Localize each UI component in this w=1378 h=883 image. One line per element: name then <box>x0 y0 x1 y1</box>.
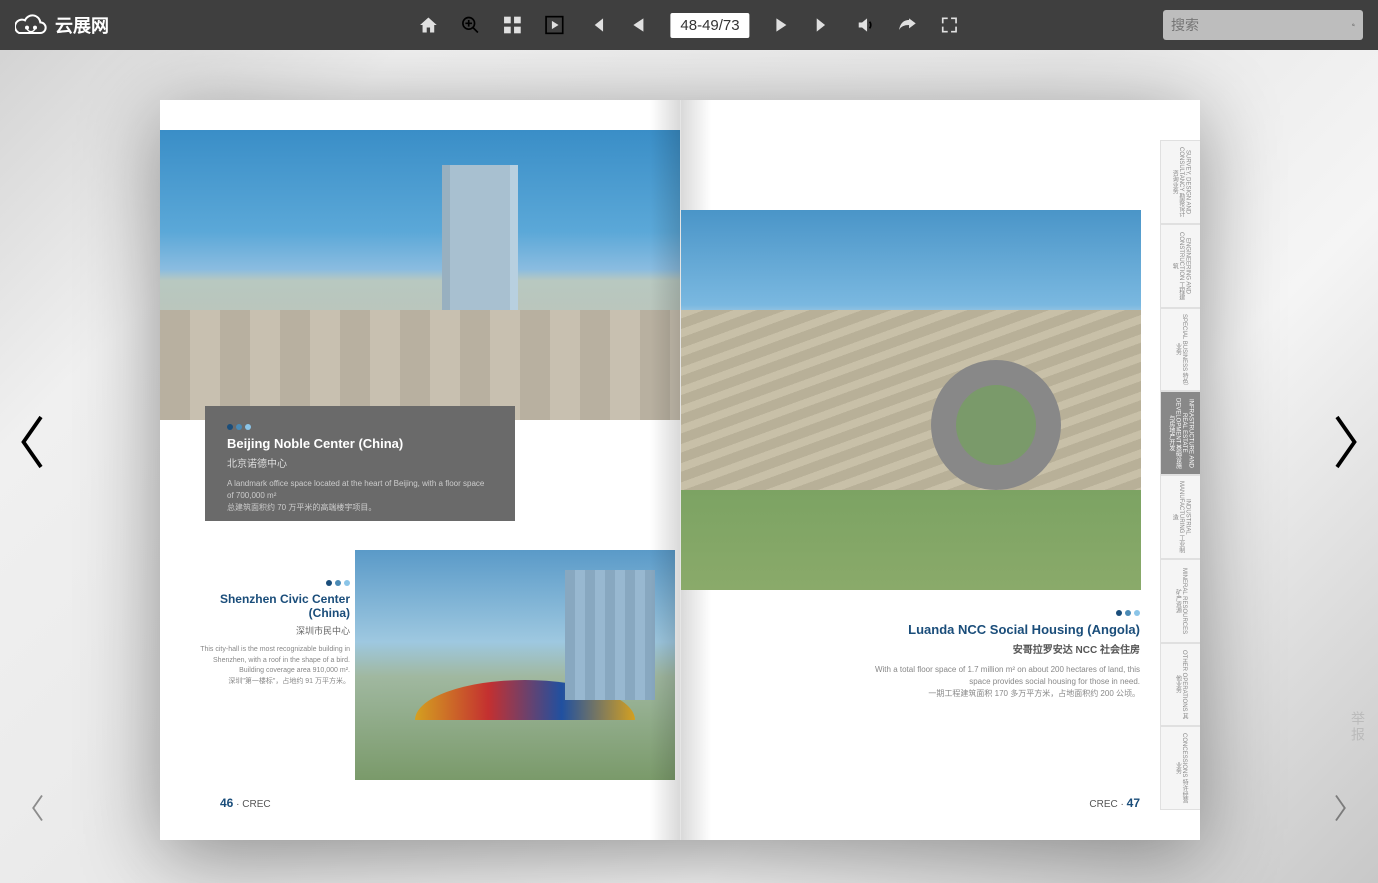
decor-dots-icon <box>190 580 350 586</box>
sound-icon[interactable] <box>856 15 876 35</box>
caption-desc-cn: 一期工程建筑面积 170 多万平方米，占地面积约 200 公顷。 <box>860 688 1140 700</box>
caption-beijing: Beijing Noble Center (China) 北京诺德中心 A la… <box>205 406 515 521</box>
page-number-right: CREC · 47 <box>1089 796 1140 810</box>
caption-desc-cn: 深圳"第一楼标"，占地约 91 万平方米。 <box>190 677 350 688</box>
section-tab[interactable]: MINERAL RESOURCES 矿产资源 <box>1160 559 1200 643</box>
caption-title: Beijing Noble Center (China) <box>227 436 493 451</box>
page-next-arrow[interactable] <box>1331 412 1363 472</box>
caption-desc: A landmark office space located at the h… <box>227 478 493 502</box>
toolbar: 云展网 48-49/73 <box>0 0 1378 50</box>
page-indicator[interactable]: 48-49/73 <box>670 13 749 38</box>
photo-shenzhen-civic-center <box>355 550 675 780</box>
cloud-icon <box>15 14 47 36</box>
page-number-left: 46 · CREC <box>220 796 271 810</box>
section-tab[interactable]: ENGINEERING AND CONSTRUCTION 工程建筑 <box>1160 224 1200 308</box>
caption-title: Luanda NCC Social Housing (Angola) <box>860 622 1140 637</box>
photo-beijing-noble-center <box>160 130 680 420</box>
section-tab[interactable]: SPECIAL BUSINESS 特色业务 <box>1160 308 1200 392</box>
section-tabs: SURVEY, DESIGN AND CONSULTANCY 勘察设计咨询业务E… <box>1160 140 1200 810</box>
caption-subtitle: 北京诺德中心 <box>227 455 493 470</box>
section-tab[interactable]: INDUSTRIAL MANUFACTURING 工业制造 <box>1160 475 1200 559</box>
thumbnails-icon[interactable] <box>502 15 522 35</box>
home-icon[interactable] <box>418 15 438 35</box>
caption-luanda: Luanda NCC Social Housing (Angola) 安哥拉罗安… <box>860 610 1140 700</box>
caption-subtitle: 安哥拉罗安达 NCC 社会住房 <box>860 641 1140 656</box>
page-left[interactable]: Beijing Noble Center (China) 北京诺德中心 A la… <box>160 100 681 840</box>
photo-luanda-ncc <box>681 210 1141 590</box>
next-page-icon[interactable] <box>772 15 792 35</box>
caption-subtitle: 深圳市民中心 <box>190 624 350 637</box>
decor-dots-icon <box>227 424 493 430</box>
brand-logo[interactable]: 云展网 <box>15 12 109 38</box>
caption-title: Shenzhen Civic Center (China) <box>190 592 350 620</box>
section-tab[interactable]: SURVEY, DESIGN AND CONSULTANCY 勘察设计咨询业务 <box>1160 140 1200 224</box>
search-input[interactable] <box>1171 17 1352 33</box>
page-next-arrow-small[interactable] <box>1332 793 1350 823</box>
first-page-icon[interactable] <box>586 15 606 35</box>
prev-page-icon[interactable] <box>628 15 648 35</box>
caption-desc: This city-hall is the most recognizable … <box>190 645 350 677</box>
caption-shenzhen: Shenzhen Civic Center (China) 深圳市民中心 Thi… <box>190 580 350 687</box>
autoplay-icon[interactable] <box>544 15 564 35</box>
caption-desc-cn: 总建筑面积约 70 万平米的高端楼宇项目。 <box>227 502 493 514</box>
share-icon[interactable] <box>898 15 918 35</box>
search-box[interactable] <box>1163 10 1363 40</box>
toolbar-controls: 48-49/73 <box>418 13 959 38</box>
page-right[interactable]: Luanda NCC Social Housing (Angola) 安哥拉罗安… <box>681 100 1201 840</box>
zoom-in-icon[interactable] <box>460 15 480 35</box>
last-page-icon[interactable] <box>814 15 834 35</box>
decor-dots-icon <box>860 610 1140 616</box>
brand-name: 云展网 <box>55 12 109 38</box>
section-tab[interactable]: CONCESSIONS 特许经营业务 <box>1160 726 1200 810</box>
fullscreen-icon[interactable] <box>940 15 960 35</box>
section-tab[interactable]: OTHER OPERATIONS 其他业务 <box>1160 643 1200 727</box>
flipbook: Beijing Noble Center (China) 北京诺德中心 A la… <box>160 100 1200 840</box>
page-prev-arrow[interactable] <box>15 412 47 472</box>
page-prev-arrow-small[interactable] <box>28 793 46 823</box>
caption-desc: With a total floor space of 1.7 million … <box>860 664 1140 688</box>
section-tab[interactable]: INFRASTRUCTURE AND REAL ESTATE DEVELOPME… <box>1160 391 1200 475</box>
search-icon[interactable] <box>1352 16 1355 34</box>
report-link[interactable]: 举报 <box>1348 711 1368 743</box>
